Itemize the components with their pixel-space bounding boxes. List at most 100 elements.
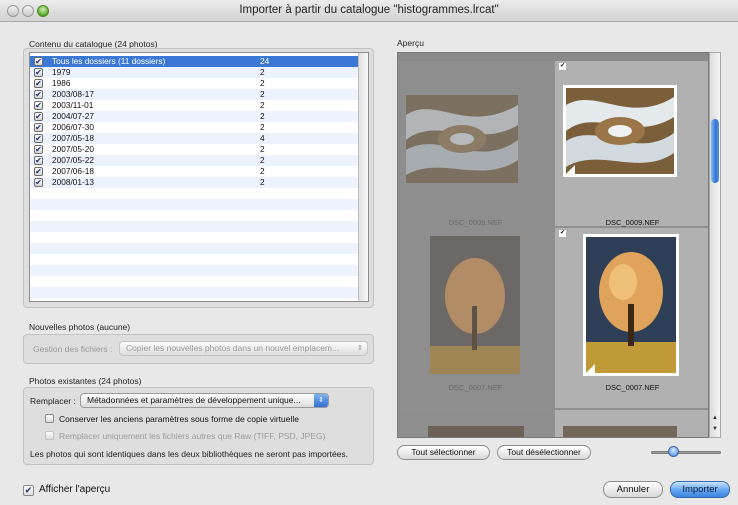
- replace-nonraw-checkbox[interactable]: Remplacer uniquement les fichiers autres…: [45, 431, 325, 441]
- keep-old-settings-label: Conserver les anciens paramètres sous fo…: [59, 414, 300, 424]
- empty-list-row: [30, 210, 360, 221]
- folder-list-row[interactable]: ✔ 2003/11-01 2: [30, 100, 360, 111]
- replace-popup[interactable]: Métadonnées et paramètres de développeme…: [80, 393, 329, 408]
- folder-checkbox[interactable]: ✔: [34, 79, 43, 88]
- preview-cell-partial[interactable]: [555, 410, 708, 437]
- folder-list-row[interactable]: ✔ 2007/05-20 2: [30, 144, 360, 155]
- deselect-all-button[interactable]: Tout désélectionner: [497, 445, 591, 460]
- folder-list-row[interactable]: ✔ 2007/05-18 4: [30, 133, 360, 144]
- folder-photo-count: 2: [260, 177, 265, 187]
- folder-name: 2007/05-22: [52, 155, 94, 165]
- replace-label: Remplacer :: [30, 396, 76, 406]
- empty-list-row: [30, 199, 360, 210]
- empty-list-row: [30, 287, 360, 298]
- photo-thumbnail-tree: [430, 236, 520, 374]
- folder-photo-count: 24: [260, 56, 270, 66]
- folder-photo-count: 2: [260, 111, 265, 121]
- import-dialog-window: Importer à partir du catalogue "histogra…: [0, 0, 738, 505]
- folder-checkbox[interactable]: ✔: [34, 90, 43, 99]
- folder-list-row[interactable]: ✔ 2007/05-22 2: [30, 155, 360, 166]
- preview-cell-selected[interactable]: ✔ DSC_0009.NEF: [555, 61, 708, 227]
- preview-cell-partial[interactable]: [398, 410, 553, 437]
- folder-list-row[interactable]: ✔ 1986 2: [30, 78, 360, 89]
- cancel-button[interactable]: Annuler: [603, 481, 663, 498]
- empty-list-row: [30, 243, 360, 254]
- show-preview-checkbox[interactable]: ✔ Afficher l'aperçu: [23, 484, 110, 496]
- folder-checkbox[interactable]: ✔: [34, 167, 43, 176]
- thumbnail-size-slider-knob[interactable]: [668, 446, 679, 457]
- preview-grid[interactable]: DSC_0009.NEF ✔ DSC_0009.NEF DSC_0007.NEF…: [397, 52, 709, 438]
- folder-photo-count: 2: [260, 144, 265, 154]
- preview-top-strip: [398, 53, 708, 61]
- folder-name: 2003/08-17: [52, 89, 94, 99]
- folder-list-row[interactable]: ✔ 2006/07-30 2: [30, 122, 360, 133]
- folder-photo-count: 2: [260, 122, 265, 132]
- folder-name: 1986: [52, 78, 71, 88]
- existing-photos-label: Photos existantes (24 photos): [29, 376, 142, 386]
- preview-scroll-thumb[interactable]: [711, 119, 719, 183]
- preview-cell-selected[interactable]: ✔ DSC_0007.NEF: [555, 228, 708, 408]
- folder-name: 1979: [52, 67, 71, 77]
- show-preview-label: Afficher l'aperçu: [39, 484, 111, 495]
- folder-photo-count: 2: [260, 67, 265, 77]
- check-badge-icon[interactable]: ✔: [559, 230, 566, 237]
- folder-checkbox[interactable]: ✔: [34, 112, 43, 121]
- preview-filename: DSC_0009.NEF: [448, 218, 503, 227]
- folder-list-row[interactable]: ✔ 2004/07-27 2: [30, 111, 360, 122]
- replace-value: Métadonnées et paramètres de développeme…: [87, 395, 301, 405]
- thumbnail-size-slider[interactable]: [651, 451, 721, 454]
- empty-list-row: [30, 265, 360, 276]
- window-title: Importer à partir du catalogue "histogra…: [239, 4, 499, 16]
- keep-old-settings-checkbox[interactable]: Conserver les anciens paramètres sous fo…: [45, 414, 299, 424]
- folder-name: 2008/01-13: [52, 177, 94, 187]
- photo-thumbnail-swirl: [563, 85, 677, 177]
- import-button[interactable]: Importer: [670, 481, 730, 498]
- folder-checkbox[interactable]: ✔: [34, 156, 43, 165]
- preview-cell[interactable]: DSC_0007.NEF: [398, 228, 553, 408]
- folder-photo-count: 4: [260, 133, 265, 143]
- preview-scrollbar[interactable]: ▲ ▼: [709, 52, 721, 438]
- folder-checkbox[interactable]: ✔: [34, 57, 43, 66]
- folder-checkbox[interactable]: ✔: [34, 178, 43, 187]
- popup-arrows-icon: ⇕: [357, 345, 363, 352]
- photo-thumbnail-swirl: [406, 95, 518, 183]
- folder-checkbox[interactable]: ✔: [34, 68, 43, 77]
- file-handling-label: Gestion des fichiers :: [33, 344, 113, 354]
- folder-name: 2007/06-18: [52, 166, 94, 176]
- folder-list[interactable]: ✔ Tous les dossiers (11 dossiers) 24 ✔ 1979 2…: [29, 52, 369, 302]
- check-badge-icon[interactable]: ✔: [559, 63, 566, 70]
- folder-photo-count: 2: [260, 100, 265, 110]
- folder-list-row[interactable]: ✔ 2003/08-17 2: [30, 89, 360, 100]
- replace-nonraw-label: Remplacer uniquement les fichiers autres…: [59, 431, 326, 441]
- empty-list-row: [30, 221, 360, 232]
- checkbox-box[interactable]: [45, 414, 54, 423]
- folder-name: 2004/07-27: [52, 111, 94, 121]
- folder-list-row[interactable]: ✔ 2007/06-18 2: [30, 166, 360, 177]
- scroll-down-arrow-icon[interactable]: ▼: [710, 426, 720, 432]
- select-all-button[interactable]: Tout sélectionner: [397, 445, 490, 460]
- checkbox-box[interactable]: [45, 431, 54, 440]
- partial-thumbnail: [428, 426, 524, 437]
- empty-list-row: [30, 188, 360, 199]
- folder-photo-count: 2: [260, 89, 265, 99]
- folder-checkbox[interactable]: ✔: [34, 101, 43, 110]
- preview-cell[interactable]: DSC_0009.NEF: [398, 61, 553, 227]
- file-handling-popup[interactable]: Copier les nouvelles photos dans un nouv…: [119, 341, 368, 356]
- empty-list-row: [30, 276, 360, 287]
- checkbox-box[interactable]: ✔: [23, 485, 34, 496]
- folder-photo-count: 2: [260, 166, 265, 176]
- folder-name: 2006/07-30: [52, 122, 94, 132]
- partial-thumbnail: [563, 426, 677, 437]
- scroll-up-arrow-icon[interactable]: ▲: [710, 415, 720, 421]
- folder-name: 2007/05-18: [52, 133, 94, 143]
- folder-name: 2007/05-20: [52, 144, 94, 154]
- folder-list-row[interactable]: ✔ Tous les dossiers (11 dossiers) 24: [30, 56, 360, 67]
- empty-list-row: [30, 254, 360, 265]
- folder-list-row[interactable]: ✔ 2008/01-13 2: [30, 177, 360, 188]
- folder-checkbox[interactable]: ✔: [34, 145, 43, 154]
- folder-checkbox[interactable]: ✔: [34, 134, 43, 143]
- folder-list-row[interactable]: ✔ 1979 2: [30, 67, 360, 78]
- new-photos-label: Nouvelles photos (aucune): [29, 322, 131, 332]
- folder-checkbox[interactable]: ✔: [34, 123, 43, 132]
- folder-list-scrollbar[interactable]: [358, 53, 368, 301]
